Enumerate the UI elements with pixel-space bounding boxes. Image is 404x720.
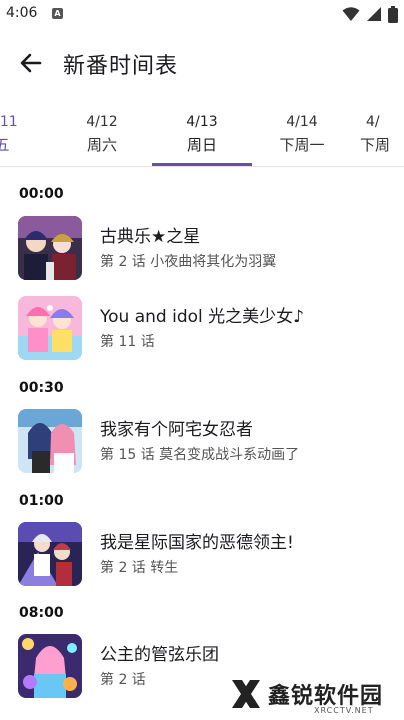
list-item[interactable]: You and idol 光之美少女♪ 第 11 话 bbox=[0, 296, 404, 368]
date-tabs: 4/11 五 4/12 周六 4/13 周日 4/14 下周一 4/ 下周 bbox=[0, 100, 404, 167]
status-icons bbox=[342, 5, 398, 23]
tab-date: 4/14 bbox=[286, 114, 318, 130]
tab-4-12[interactable]: 4/12 周六 bbox=[52, 100, 152, 166]
anime-title: 古典乐★之星 bbox=[100, 227, 201, 247]
time-header: 08:00 bbox=[19, 605, 64, 621]
tab-date: 4/11 bbox=[0, 114, 18, 130]
anime-title: 公主的管弦乐团 bbox=[100, 645, 219, 665]
time-header: 00:00 bbox=[19, 186, 64, 202]
anime-title: 我是星际国家的恶德领主! bbox=[100, 533, 294, 553]
anime-title: 我家有个阿宅女忍者 bbox=[100, 420, 253, 440]
status-bar: 4:06 A bbox=[0, 0, 404, 30]
tab-date: 4/12 bbox=[86, 114, 118, 130]
page-title: 新番时间表 bbox=[63, 54, 179, 79]
watermark-logo-icon bbox=[232, 680, 260, 708]
episode-info: 第 11 话 bbox=[100, 334, 155, 350]
anime-cover bbox=[18, 409, 82, 473]
tab-weekday: 五 bbox=[0, 136, 10, 154]
signal-icon bbox=[367, 7, 381, 21]
tab-weekday: 下周一 bbox=[279, 136, 325, 154]
tab-date: 4/ bbox=[366, 114, 380, 130]
list-item[interactable]: 古典乐★之星 第 2 话 小夜曲将其化为羽翼 bbox=[0, 216, 404, 288]
anime-cover bbox=[18, 522, 82, 586]
notification-icon: A bbox=[52, 8, 63, 19]
anime-title: You and idol 光之美少女♪ bbox=[100, 307, 304, 327]
schedule-list[interactable]: 00:00 古典乐★之星 第 2 话 小夜曲将其化为羽翼 You and ido… bbox=[0, 176, 404, 720]
wifi-icon bbox=[342, 7, 360, 21]
tab-weekday: 下周 bbox=[360, 136, 391, 154]
tab-weekday: 周六 bbox=[86, 136, 117, 154]
watermark-subtext: XRCCTV.NET bbox=[314, 706, 374, 715]
episode-info: 第 2 话 小夜曲将其化为羽翼 bbox=[100, 254, 277, 270]
episode-info: 第 2 话 bbox=[100, 672, 146, 688]
episode-info: 第 15 话 莫名变成战斗系动画了 bbox=[100, 447, 300, 463]
tab-4-15[interactable]: 4/ 下周 bbox=[352, 100, 404, 166]
time-header: 01:00 bbox=[19, 493, 64, 509]
status-time: 4:06 bbox=[6, 5, 38, 21]
time-header: 00:30 bbox=[19, 380, 64, 396]
battery-icon bbox=[388, 5, 398, 23]
episode-info: 第 2 话 转生 bbox=[100, 560, 179, 576]
tab-4-13[interactable]: 4/13 周日 bbox=[152, 100, 252, 166]
app-bar: 新番时间表 bbox=[0, 30, 404, 96]
tab-4-14[interactable]: 4/14 下周一 bbox=[252, 100, 352, 166]
anime-cover bbox=[18, 216, 82, 280]
list-item[interactable]: 我是星际国家的恶德领主! 第 2 话 转生 bbox=[0, 522, 404, 594]
tab-4-11[interactable]: 4/11 五 bbox=[0, 100, 52, 166]
tab-date: 4/13 bbox=[186, 114, 218, 130]
back-arrow-icon[interactable] bbox=[16, 48, 46, 78]
anime-cover bbox=[18, 296, 82, 360]
watermark: 鑫锐软件园 XRCCTV.NET bbox=[226, 672, 404, 720]
anime-cover bbox=[18, 634, 82, 698]
list-item[interactable]: 我家有个阿宅女忍者 第 15 话 莫名变成战斗系动画了 bbox=[0, 409, 404, 481]
tab-weekday: 周日 bbox=[186, 136, 217, 154]
tab-indicator bbox=[152, 163, 252, 166]
